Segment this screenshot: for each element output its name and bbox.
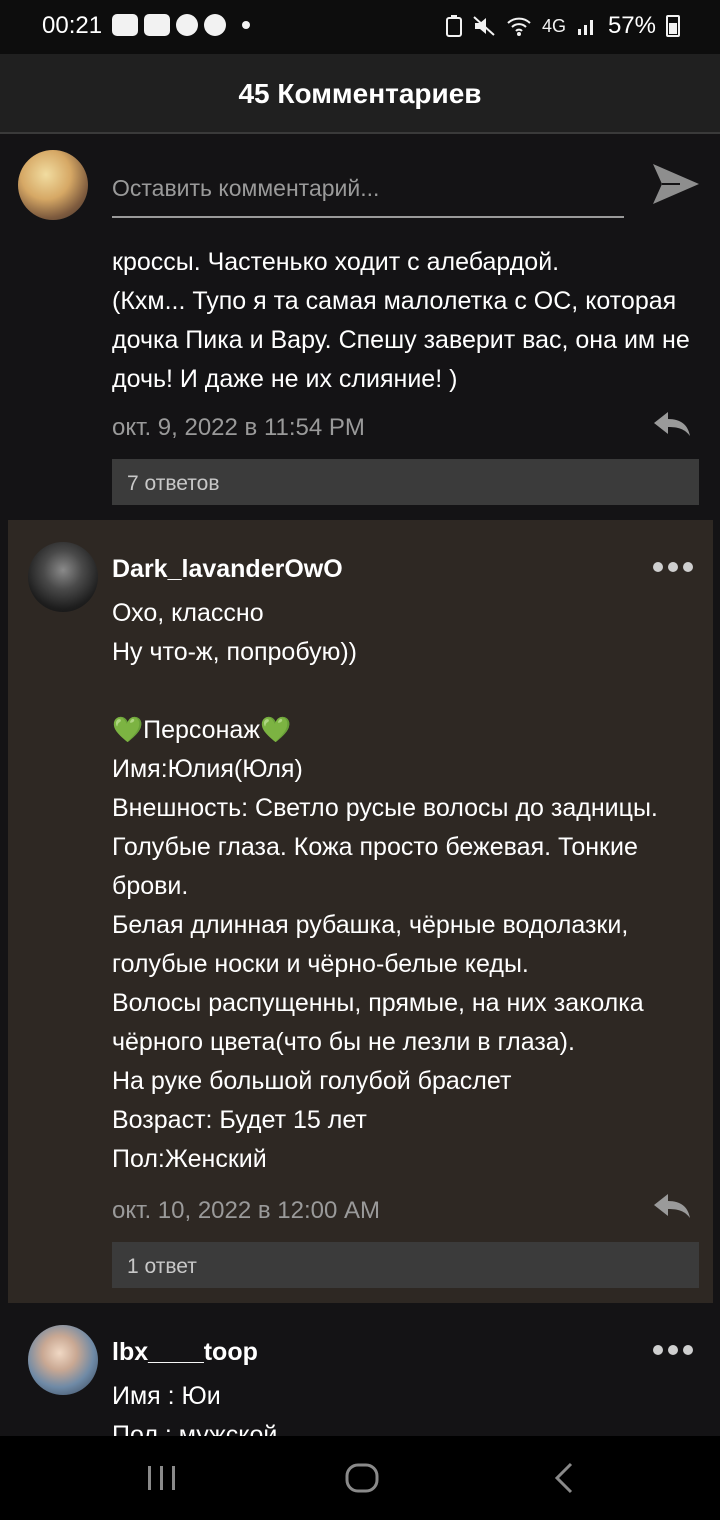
recent-apps-icon[interactable] <box>142 1458 182 1498</box>
comment-text: кроссы. Частенько ходит с алебардой. (Кх… <box>112 248 690 393</box>
youtube-icon <box>112 14 138 36</box>
battery-percent: 57% <box>607 12 656 39</box>
signal-icon <box>577 20 593 35</box>
battery-icon <box>666 15 680 37</box>
more-notifications-dot <box>242 21 250 29</box>
network-type: 4G <box>541 15 566 36</box>
mute-icon <box>473 16 495 36</box>
reply-icon[interactable] <box>652 410 692 438</box>
more-options-icon[interactable] <box>653 1345 693 1359</box>
notification-icons <box>112 14 250 36</box>
battery-saver-icon <box>445 15 462 37</box>
current-user-avatar[interactable] <box>18 150 88 220</box>
wifi-icon <box>507 17 531 36</box>
user-avatar[interactable] <box>28 542 98 612</box>
comment-username[interactable]: lbx____toop <box>112 1338 258 1367</box>
system-icons: 4G 57% <box>445 12 680 40</box>
more-options-icon[interactable] <box>653 562 693 576</box>
reply-icon[interactable] <box>652 1192 692 1220</box>
view-replies-button[interactable]: 1 ответ <box>112 1242 699 1288</box>
status-bar: 00:21 4G 57% <box>0 0 720 54</box>
user-avatar[interactable] <box>28 1325 98 1395</box>
page-title: 45 Комментариев <box>238 78 482 109</box>
app-icon <box>204 14 226 36</box>
comments-header: 45 Комментариев <box>0 54 720 134</box>
comment-timestamp: окт. 9, 2022 в 11:54 PM <box>112 414 365 441</box>
home-icon[interactable] <box>342 1458 382 1498</box>
pinterest-icon <box>176 14 198 36</box>
status-time: 00:21 <box>42 12 103 39</box>
view-replies-button[interactable]: 7 ответов <box>112 459 699 505</box>
comment-text: Охо, классно Ну что-ж, попробую)) 💚Персо… <box>112 599 658 1173</box>
back-icon[interactable] <box>545 1458 585 1498</box>
send-icon[interactable] <box>650 158 702 210</box>
comment-timestamp: окт. 10, 2022 в 12:00 AM <box>112 1197 381 1224</box>
comment-input[interactable] <box>112 160 624 218</box>
youtube-icon <box>144 14 170 36</box>
navigation-bar <box>0 1436 720 1520</box>
comment-username[interactable]: Dark_lavanderOwO <box>112 555 343 584</box>
